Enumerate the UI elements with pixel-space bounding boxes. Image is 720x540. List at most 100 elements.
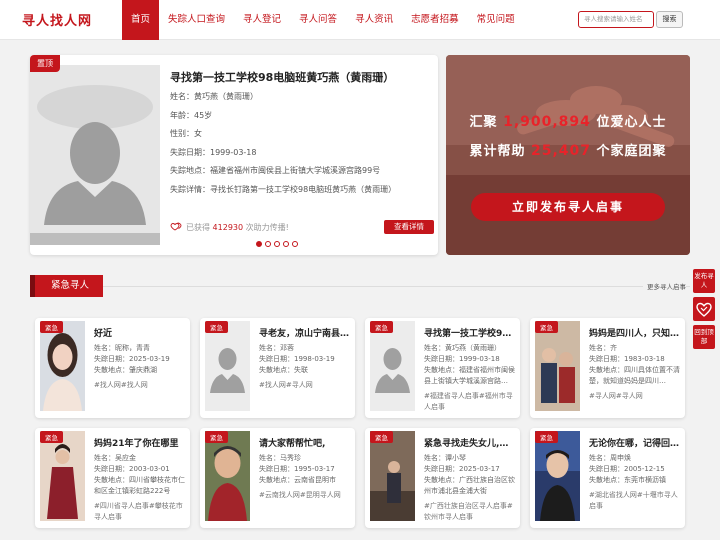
search-button[interactable]: 搜索 [656,11,683,28]
card-info: 姓名：谭小琴 失踪日期：2025-03-17 失散地点：广西壮族自治区钦州市浦北县金… [424,453,518,523]
nav-missing-search[interactable]: 失踪人口查询 [159,0,234,40]
carousel-dot[interactable] [256,241,262,247]
info-detail: 失踪详情：寻找长钉路第一技工学校98电脑班黄巧燕（黄雨珊） [170,184,397,194]
card-tags[interactable]: #寻人网#寻人网 [589,391,683,402]
divider [100,286,690,287]
card-title[interactable]: 妈妈21年了你在哪里 [94,436,186,449]
card-place: 失散地点：福建省福州市闽侯县上街镇大学城溪源宫路… [424,366,515,385]
view-detail-button[interactable]: 查看详情 [384,220,434,234]
card-date: 失踪日期：1995-03-17 [259,465,335,473]
banner-text: 汇聚 [469,115,498,130]
card-title[interactable]: 请大家帮帮忙吧, [259,436,351,449]
card-name: 姓名：昵称，青青 [94,344,150,352]
card-place: 失散地点：四川省攀枝花市仁和区金江镇彩虹路222号 [94,476,185,495]
card-title[interactable]: 好近 [94,326,186,339]
side-back-to-top-button[interactable]: 回到顶部 [693,325,715,349]
featured-card[interactable]: 置顶 寻找第一技工学校98电脑班黄巧燕（黄雨珊） 姓名：黄巧燕（黄雨珊） 年龄：… [30,55,438,255]
help-suffix: 次助力传播! [245,223,289,232]
side-heart-icon[interactable] [693,297,715,321]
banner-text: 位爱心人士 [596,115,667,130]
urgent-card[interactable]: 紧急 好近 姓名：昵称，青青 失踪日期：2025-03-19 失散地点：肇庆鼎湖 #找人网… [35,318,190,418]
card-place: 失散地点：东莞市横沥镇 [589,476,666,484]
nav-volunteer[interactable]: 志愿者招募 [402,0,468,40]
publish-notice-button[interactable]: 立即发布寻人启事 [471,193,665,221]
nav-faq[interactable]: 常见问题 [468,0,524,40]
urgent-badge: 紧急 [40,321,63,333]
person-photo [370,431,415,521]
card-name: 姓名：齐 [589,344,617,352]
card-tags[interactable]: #四川省寻人启事#攀枝花市寻人启事 [94,501,188,523]
urgent-section-header: 紧急寻人 更多寻人启事 [30,275,690,297]
site-logo[interactable]: 寻人找人网 [22,10,92,29]
card-title[interactable]: 妈妈是四川人，只知… [589,326,681,339]
person-photo [40,321,85,411]
person-photo [40,431,85,521]
help-count-line: 已获得 412930 次助力传播! [170,222,289,233]
nav-news[interactable]: 寻人资讯 [346,0,402,40]
urgent-card[interactable]: 紧急 紧急寻找走失女儿,… 姓名：谭小琴 失踪日期：2025-03-17 失散地点：广西… [365,428,520,528]
hearts-icon [170,222,182,231]
card-info: 姓名：马秀珍 失踪日期：1995-03-17 失散地点：云南省昆明市 #云南找人网#昆… [259,453,353,501]
urgent-card[interactable]: 紧急 无论你在哪，记得回… 姓名：周申焕 失踪日期：2005-12-15 失散地点：东莞… [530,428,685,528]
nav-register[interactable]: 寻人登记 [234,0,290,40]
urgent-card[interactable]: 紧急 妈妈是四川人，只知… 姓名：齐 失踪日期：1983-03-18 失散地点：四川具体… [530,318,685,418]
info-date: 失踪日期：1999-03-18 [170,147,257,157]
card-name: 姓名：黄巧燕（黄雨珊） [424,344,501,352]
card-title[interactable]: 无论你在哪，记得回… [589,436,681,449]
urgent-badge: 紧急 [370,431,393,443]
carousel-dot[interactable] [274,241,280,247]
urgent-card[interactable]: 紧急 寻老友，凉山宁南县… 姓名：邓蓉 失踪日期：1998-03-19 失散地点：失联 #… [200,318,355,418]
card-title[interactable]: 寻老友，凉山宁南县… [259,326,351,339]
card-date: 失踪日期：2025-03-19 [94,355,170,363]
card-date: 失踪日期：2005-12-15 [589,465,665,473]
urgent-card[interactable]: 紧急 寻找第一技工学校98… 姓名：黄巧燕（黄雨珊） 失踪日期：1999-03-18 失… [365,318,520,418]
carousel-dot[interactable] [283,241,289,247]
card-info: 姓名：昵称，青青 失踪日期：2025-03-19 失散地点：肇庆鼎湖 #找人网#找人网 [94,343,188,391]
main-nav: 首页 失踪人口查询 寻人登记 寻人问答 寻人资讯 志愿者招募 常见问题 [122,0,524,40]
card-tags[interactable]: #湖北省找人网#十堰市寻人启事 [589,490,683,512]
card-place: 失散地点：广西壮族自治区钦州市浦北县金浦大街 [424,476,515,495]
info-name: 姓名：黄巧燕（黄雨珊） [170,92,258,101]
card-name: 姓名：吴应金 [94,454,136,462]
search-input[interactable]: 寻人搜索请输入姓名 [578,11,654,28]
card-date: 失踪日期：1998-03-19 [259,355,335,363]
card-info: 姓名：齐 失踪日期：1983-03-18 失散地点：四川具体位置不清楚，就知道妈妈是… [589,343,683,402]
card-tags[interactable]: #找人网#寻人网 [259,380,353,391]
person-placeholder-photo [30,65,160,245]
nav-home[interactable]: 首页 [122,0,160,40]
stats-banner: 汇聚 1,900,894 位爱心人士 累计帮助 25,407 个家庭团聚 立即发… [446,55,690,255]
person-photo [535,431,580,521]
info-place: 失踪地点：福建省福州市闽侯县上街镇大学城溪源宫路99号 [170,166,381,175]
urgent-badge: 紧急 [370,321,393,333]
urgent-badge: 紧急 [205,431,228,443]
card-tags[interactable]: #云南找人网#昆明寻人网 [259,490,353,501]
carousel-dot[interactable] [292,241,298,247]
featured-title[interactable]: 寻找第一技工学校98电脑班黄巧燕（黄雨珊） [170,69,394,85]
carousel-dots [256,241,298,247]
card-title[interactable]: 寻找第一技工学校98… [424,326,516,339]
card-date: 失踪日期：2003-03-01 [94,465,170,473]
featured-info: 姓名：黄巧燕（黄雨珊） 年龄：45岁 性别：女 失踪日期：1999-03-18 … [170,91,396,202]
card-tags[interactable]: #福建省寻人启事#福州市寻人启事 [424,391,518,413]
more-notices-link[interactable]: 更多寻人启事 [643,281,686,291]
nav-qa[interactable]: 寻人问答 [290,0,346,40]
card-info: 姓名：周申焕 失踪日期：2005-12-15 失散地点：东莞市横沥镇 #湖北省找人网#… [589,453,683,512]
urgent-card[interactable]: 紧急 妈妈21年了你在哪里 姓名：吴应金 失踪日期：2003-03-01 失散地点：四川… [35,428,190,528]
urgent-title: 紧急寻人 [30,275,104,297]
card-place: 失散地点：失联 [259,366,308,374]
carousel-dot[interactable] [265,241,271,247]
banner-families-line: 累计帮助 25,407 个家庭团聚 [446,140,690,159]
card-tags[interactable]: #找人网#找人网 [94,380,188,391]
side-publish-button[interactable]: 发布寻人 [693,269,715,293]
card-name: 姓名：马秀珍 [259,454,301,462]
card-title[interactable]: 紧急寻找走失女儿,… [424,436,516,449]
volunteer-count: 1,900,894 [503,114,591,130]
family-count: 25,407 [530,143,592,159]
card-date: 失踪日期：1983-03-18 [589,355,665,363]
person-photo [535,321,580,411]
card-tags[interactable]: #广西壮族自治区寻人启事#钦州市寻人启事 [424,501,518,523]
urgent-badge: 紧急 [535,321,558,333]
card-info: 姓名：黄巧燕（黄雨珊） 失踪日期：1999-03-18 失散地点：福建省福州市闽侯县… [424,343,518,413]
urgent-card[interactable]: 紧急 请大家帮帮忙吧, 姓名：马秀珍 失踪日期：1995-03-17 失散地点：云南省昆… [200,428,355,528]
help-count: 412930 [212,223,244,232]
